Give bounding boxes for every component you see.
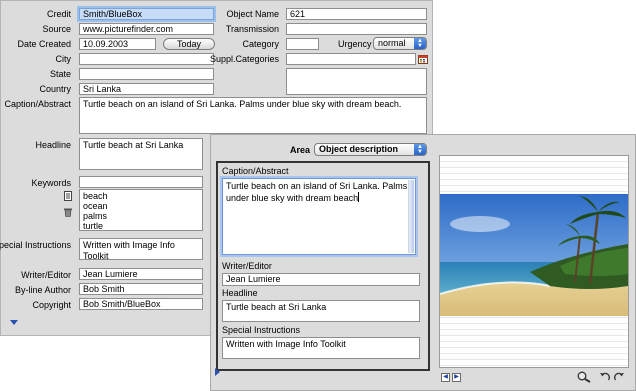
transmission-field[interactable] xyxy=(286,23,427,35)
keyword-list-icon[interactable] xyxy=(63,191,73,201)
keyword-item[interactable]: ocean xyxy=(83,201,199,211)
special-instructions-label: Special Instructions xyxy=(0,240,71,250)
popup-arrows-icon: ▲ ▼ xyxy=(414,144,426,155)
keyword-item[interactable]: turtle xyxy=(83,221,199,230)
writer-editor-label: Writer/Editor xyxy=(21,270,71,280)
byline-author-field[interactable]: Bob Smith xyxy=(79,283,203,295)
keywords-label: Keywords xyxy=(31,178,71,188)
copyright-field[interactable]: Bob Smith/BlueBox xyxy=(79,298,203,310)
suppl-categories-list[interactable] xyxy=(286,68,427,95)
credit-field[interactable]: Smith/BlueBox xyxy=(79,8,214,20)
popup-arrows-icon: ▲ ▼ xyxy=(414,38,426,49)
keywords-list[interactable]: beach ocean palms turtle xyxy=(79,189,203,231)
source-field[interactable]: www.picturefinder.com xyxy=(79,23,214,35)
city-label: City xyxy=(55,54,72,64)
object-name-field[interactable]: 621 xyxy=(286,8,427,20)
caption-abstract-field[interactable]: Turtle beach on an island of Sri Lanka. … xyxy=(79,97,427,134)
text-caret xyxy=(358,192,360,202)
beach-photo xyxy=(440,194,628,316)
rotate-left-icon[interactable] xyxy=(599,371,611,383)
front-headline-field[interactable]: Turtle beach at Sri Lanka xyxy=(222,300,420,322)
today-button[interactable]: Today xyxy=(163,38,215,50)
city-field[interactable] xyxy=(79,53,214,65)
disclosure-triangle-icon[interactable] xyxy=(10,320,18,325)
urgency-value: normal xyxy=(378,38,406,48)
caption-abstract-label: Caption/Abstract xyxy=(4,99,71,109)
area-popup[interactable]: Object description ▲ ▼ xyxy=(314,143,427,156)
description-box: Caption/Abstract Turtle beach on an isla… xyxy=(216,161,430,371)
source-label: Source xyxy=(42,24,71,34)
disclosure-triangle-icon[interactable] xyxy=(215,368,220,376)
front-special-instructions-field[interactable]: Written with Image Info Toolkit xyxy=(222,337,420,359)
front-writer-editor-label: Writer/Editor xyxy=(222,261,272,271)
urgency-popup[interactable]: normal ▲ ▼ xyxy=(373,37,427,50)
keyword-item[interactable]: beach xyxy=(83,191,199,201)
rotate-right-icon[interactable] xyxy=(613,371,625,383)
date-created-label: Date Created xyxy=(17,39,71,49)
state-label: State xyxy=(49,69,71,79)
area-value: Object description xyxy=(319,144,399,154)
area-label: Area xyxy=(290,145,311,155)
caption-scrollbar[interactable] xyxy=(408,180,414,253)
image-preview[interactable] xyxy=(439,155,629,368)
front-special-instructions-label: Special Instructions xyxy=(222,325,301,335)
object-description-panel: Area Object description ▲ ▼ Caption/Abstr… xyxy=(210,134,636,391)
next-arrow-icon[interactable]: ▶ xyxy=(452,373,461,382)
keywords-input[interactable] xyxy=(79,176,203,188)
trash-icon[interactable] xyxy=(63,207,73,217)
date-created-field[interactable]: 10.09.2003 xyxy=(79,38,156,50)
copyright-label: Copyright xyxy=(32,300,71,310)
suppl-categories-field[interactable] xyxy=(286,53,416,65)
front-caption-text: Turtle beach on an island of Sri Lanka. … xyxy=(226,181,408,203)
special-instructions-field[interactable]: Written with Image Info Toolkit xyxy=(79,238,203,260)
headline-label: Headline xyxy=(35,140,71,150)
byline-author-label: By-line Author xyxy=(14,285,71,295)
magnifier-icon[interactable] xyxy=(577,371,591,383)
calendar-icon[interactable] xyxy=(418,54,428,64)
country-label: Country xyxy=(39,84,71,94)
transmission-label: Transmission xyxy=(225,24,279,34)
category-label: Category xyxy=(242,39,279,49)
country-field[interactable]: Sri Lanka xyxy=(79,83,214,95)
headline-field[interactable]: Turtle beach at Sri Lanka xyxy=(79,138,203,170)
prev-arrow-icon[interactable]: ◀ xyxy=(441,373,450,382)
keyword-item[interactable]: palms xyxy=(83,211,199,221)
writer-editor-field[interactable]: Jean Lumiere xyxy=(79,268,203,280)
object-name-label: Object Name xyxy=(226,9,279,19)
front-caption-field[interactable]: Turtle beach on an island of Sri Lanka. … xyxy=(222,178,416,255)
front-caption-label: Caption/Abstract xyxy=(222,166,289,176)
urgency-label: Urgency xyxy=(338,39,372,49)
suppl-categories-label: Suppl.Categories xyxy=(209,54,279,64)
front-writer-editor-field[interactable]: Jean Lumiere xyxy=(222,273,420,286)
category-field[interactable] xyxy=(286,38,319,50)
state-field[interactable] xyxy=(79,68,214,80)
credit-label: Credit xyxy=(46,9,71,19)
front-headline-label: Headline xyxy=(222,288,258,298)
